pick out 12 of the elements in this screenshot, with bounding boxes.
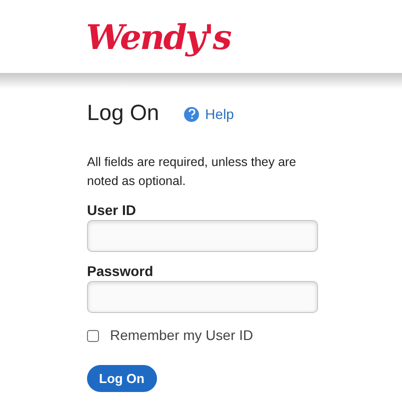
instructions-text: All fields are required, unless they are noted as optional. [87, 154, 298, 190]
remember-label: Remember my User ID [110, 326, 254, 345]
input-field[interactable] [87, 281, 318, 313]
remember-checkbox[interactable] [87, 330, 99, 342]
brand-logo: Wendy's [86, 17, 230, 60]
page-title: Log On [87, 99, 160, 127]
field-label: User ID [87, 201, 138, 219]
field-label: Password [87, 262, 154, 280]
log-on-button[interactable]: Log On [87, 365, 156, 392]
help-icon [184, 106, 200, 122]
help-link[interactable]: Help [184, 104, 234, 124]
input-field[interactable] [87, 220, 318, 252]
